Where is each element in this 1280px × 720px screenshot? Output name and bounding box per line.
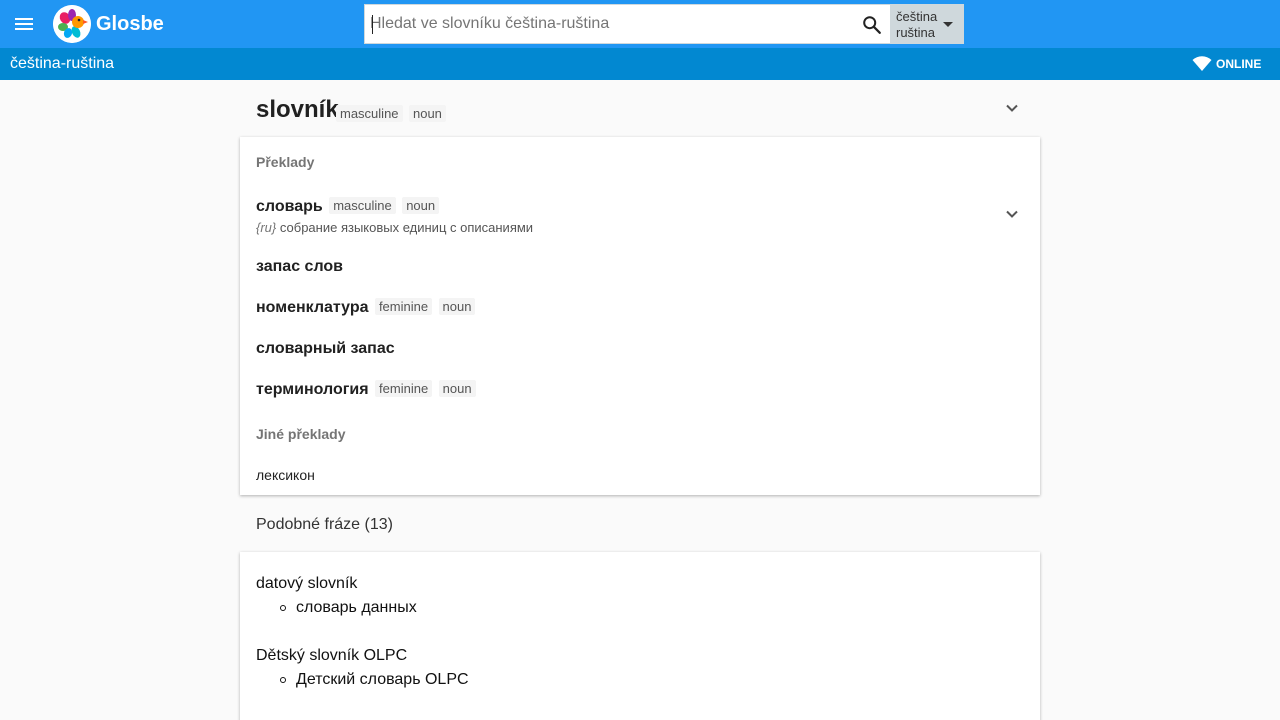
- pos-tag: noun: [438, 298, 476, 315]
- source-language: čeština: [896, 9, 938, 24]
- language-code: {ru}: [256, 220, 277, 235]
- translations-label: Překlady: [256, 154, 315, 170]
- translation-word[interactable]: терминология: [256, 381, 369, 398]
- pos-tag: noun: [402, 197, 440, 214]
- search-input[interactable]: [370, 11, 850, 37]
- translation-item[interactable]: словарь masculine noun: [256, 197, 440, 217]
- translation-item[interactable]: словарный запас: [256, 339, 395, 359]
- translation-item[interactable]: номенклатура feminine noun: [256, 298, 476, 318]
- target-language: ruština: [896, 25, 936, 40]
- dropdown-arrow-icon: [943, 22, 953, 27]
- gender-tag: masculine: [336, 105, 403, 122]
- translations-card: Překlady словарь masculine noun {ru} соб…: [240, 137, 1040, 495]
- glosbe-logo-icon[interactable]: [53, 5, 91, 43]
- pos-tag: noun: [408, 105, 446, 122]
- translation-item[interactable]: запас слов: [256, 257, 343, 277]
- text-cursor: [372, 15, 373, 34]
- description-text: собрание языковых единиц с описаниями: [279, 220, 534, 235]
- language-pair-bar: čeština-ruština ONLINE: [0, 48, 1280, 80]
- translation-word[interactable]: словарь: [256, 198, 323, 215]
- similar-phrases-title: Podobné fráze (13): [256, 516, 393, 533]
- translation-item[interactable]: терминология feminine noun: [256, 380, 476, 400]
- brand-name[interactable]: Glosbe: [96, 12, 164, 36]
- menu-icon[interactable]: [12, 12, 36, 36]
- other-translation-item[interactable]: лексикон: [256, 467, 315, 483]
- other-translations-label: Jiné překlady: [256, 426, 346, 442]
- bullet: [280, 677, 286, 683]
- pos-tag: noun: [438, 380, 476, 397]
- top-app-bar: Glosbe čeština ruština: [0, 0, 1280, 48]
- phrase-translation[interactable]: словарь данных: [296, 598, 417, 618]
- chevron-down-icon[interactable]: [1004, 206, 1020, 222]
- phrase-item[interactable]: datový slovník: [256, 574, 357, 594]
- language-pair-select[interactable]: čeština ruština: [890, 5, 964, 43]
- translation-description: {ru} собрание языковых единиц с описания…: [256, 220, 533, 235]
- headword: slovník: [256, 96, 339, 123]
- wifi-icon: [1192, 56, 1212, 71]
- status-label: ONLINE: [1216, 57, 1262, 71]
- headword-tags: masculine noun: [336, 105, 446, 123]
- search-box: čeština ruština: [364, 4, 964, 44]
- similar-phrases-card: datový slovník словарь данных Dětský slo…: [240, 552, 1040, 720]
- phrase-translation[interactable]: Детский словарь OLPC: [296, 670, 469, 690]
- search-icon[interactable]: [861, 14, 883, 36]
- gender-tag: feminine: [374, 298, 433, 315]
- pair-title[interactable]: čeština-ruština: [10, 55, 114, 73]
- chevron-down-icon[interactable]: [1004, 100, 1020, 116]
- bullet: [280, 605, 286, 611]
- gender-tag: masculine: [329, 197, 396, 214]
- translation-word[interactable]: запас слов: [256, 258, 343, 275]
- translation-word[interactable]: словарный запас: [256, 340, 395, 357]
- gender-tag: feminine: [375, 380, 433, 397]
- translation-word[interactable]: номенклатура: [256, 299, 368, 316]
- phrase-item[interactable]: Dětský slovník OLPC: [256, 646, 407, 666]
